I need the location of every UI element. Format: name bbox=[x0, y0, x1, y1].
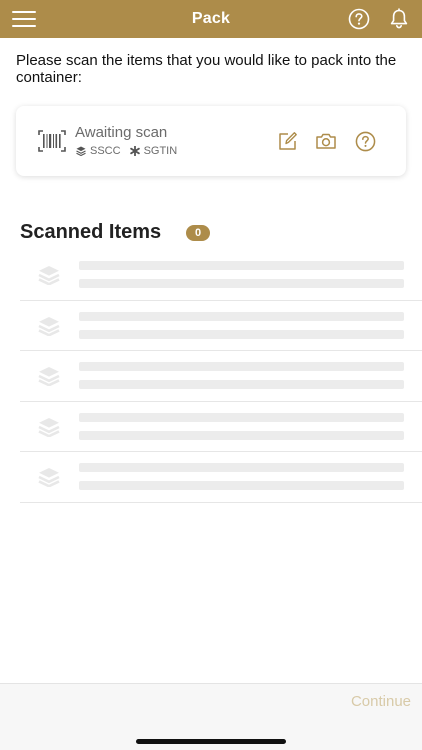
placeholder-bar bbox=[79, 261, 404, 270]
edit-icon[interactable] bbox=[278, 131, 298, 151]
help-icon[interactable] bbox=[355, 131, 376, 152]
scanned-items-title: Scanned Items bbox=[20, 221, 162, 243]
list-item bbox=[20, 402, 422, 452]
barcode-scan-icon bbox=[38, 130, 66, 152]
placeholder-bar bbox=[79, 329, 404, 339]
placeholder-bar bbox=[79, 481, 404, 490]
tag-sscc: SSCC bbox=[76, 145, 121, 157]
list-item bbox=[20, 452, 422, 503]
list-item bbox=[20, 351, 422, 402]
bell-icon[interactable] bbox=[389, 8, 409, 30]
tag-sgtin: SGTIN bbox=[129, 145, 178, 157]
placeholder-bar bbox=[79, 311, 404, 321]
menu-icon[interactable] bbox=[12, 11, 36, 27]
placeholder-bar bbox=[79, 430, 404, 440]
placeholder-bar bbox=[79, 380, 404, 389]
help-icon[interactable] bbox=[348, 8, 370, 30]
continue-button[interactable]: Continue bbox=[351, 693, 411, 710]
layers-icon bbox=[38, 417, 60, 437]
scan-status-card: Awaiting scan SSCC SGTIN bbox=[16, 106, 406, 176]
tag-label: SSCC bbox=[90, 145, 121, 157]
list-item bbox=[20, 301, 422, 351]
layers-icon bbox=[38, 266, 60, 285]
pack-screen: Pack Please scan the items that you woul… bbox=[0, 0, 422, 750]
scanned-count-badge: 0 bbox=[186, 225, 210, 241]
scan-status: Awaiting scan bbox=[75, 124, 168, 141]
camera-icon[interactable] bbox=[315, 132, 337, 150]
scanned-items-list bbox=[20, 250, 422, 503]
accepted-types: SSCC SGTIN bbox=[76, 145, 186, 157]
layers-icon bbox=[76, 146, 86, 156]
list-item bbox=[20, 250, 422, 301]
placeholder-bar bbox=[79, 362, 404, 371]
instruction-text: Please scan the items that you would lik… bbox=[16, 52, 397, 86]
layers-icon bbox=[38, 367, 60, 386]
placeholder-bar bbox=[79, 463, 404, 472]
home-indicator[interactable] bbox=[136, 739, 286, 744]
layers-icon bbox=[38, 468, 60, 487]
asterisk-icon bbox=[129, 146, 140, 156]
layers-icon bbox=[38, 316, 60, 336]
placeholder-bar bbox=[79, 279, 404, 288]
placeholder-bar bbox=[79, 412, 404, 422]
header-bar: Pack bbox=[0, 0, 422, 38]
tag-label: SGTIN bbox=[143, 145, 178, 157]
page-title: Pack bbox=[191, 10, 231, 27]
